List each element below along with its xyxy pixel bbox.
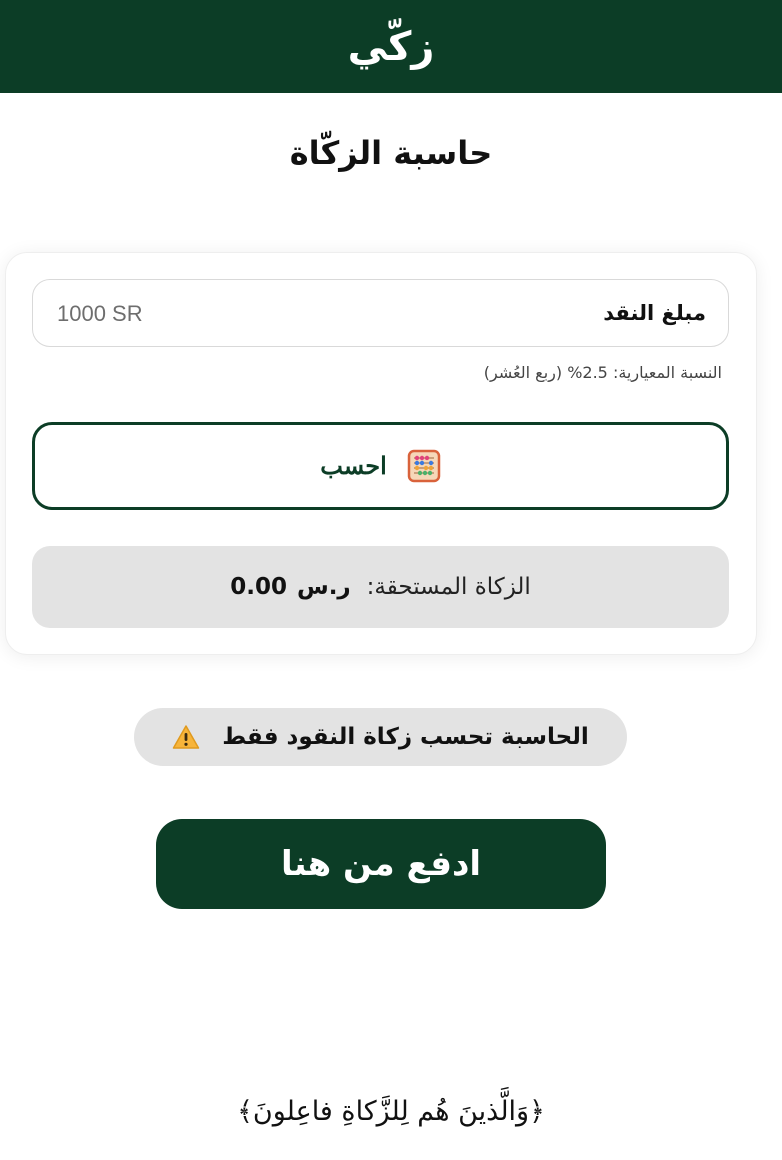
notice-text: الحاسبة تحسب زكاة النقود فقط (222, 724, 589, 750)
notice-badge: الحاسبة تحسب زكاة النقود فقط (134, 708, 627, 766)
quran-verse: ﴿وَالَّذينَ هُم لِلزَّكاةِ فاعِلونَ﴾ (237, 1096, 545, 1127)
warning-icon (173, 725, 200, 749)
app-logo[interactable]: زكّي (348, 27, 435, 67)
amount-input[interactable] (47, 294, 477, 334)
abacus-icon (407, 449, 440, 483)
result-value: ر.س 0.00 (230, 574, 350, 600)
rate-note: النسبة المعيارية: 2.5% (ربع العُشر) (483, 363, 722, 382)
result-box: الزكاة المستحقة: ر.س 0.00 (32, 546, 729, 628)
app-header: زكّي (0, 0, 782, 93)
calculate-label: احسب (320, 452, 387, 480)
page-title: حاسبة الزكّاة (289, 134, 493, 172)
amount-field[interactable]: مبلغ النقد (32, 279, 729, 347)
result-currency: ر.س (296, 574, 351, 600)
result-label: الزكاة المستحقة: (366, 574, 531, 600)
pay-button[interactable]: ادفع من هنا (156, 819, 606, 909)
result-amount: 0.00 (230, 574, 287, 600)
calculate-button[interactable]: احسب (32, 422, 729, 510)
amount-label: مبلغ النقد (603, 301, 706, 325)
pay-label: ادفع من هنا (280, 844, 482, 884)
